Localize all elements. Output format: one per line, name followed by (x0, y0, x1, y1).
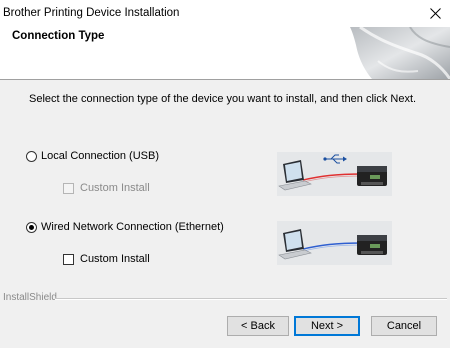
ethernet-connection-illustration (277, 221, 392, 265)
next-button[interactable]: Next > (294, 316, 360, 336)
checkbox-box (63, 253, 74, 265)
cancel-button[interactable]: Cancel (371, 316, 437, 336)
custom-install-label: Custom Install (80, 253, 150, 265)
radio-indicator (26, 221, 37, 233)
local-connection-radio[interactable]: Local Connection (USB) (26, 150, 159, 162)
usb-connection-illustration (277, 152, 392, 196)
installshield-brand: InstallShield (3, 292, 57, 303)
close-button[interactable] (420, 0, 450, 27)
wired-network-connection-radio[interactable]: Wired Network Connection (Ethernet) (26, 221, 224, 233)
wizard-header: Connection Type (0, 27, 450, 80)
window-title: Brother Printing Device Installation (3, 7, 180, 19)
local-connection-label: Local Connection (USB) (41, 150, 160, 162)
footer-divider (55, 298, 447, 300)
header-art-image (350, 27, 450, 79)
custom-install-label: Custom Install (80, 182, 150, 194)
back-button[interactable]: < Back (227, 316, 289, 336)
wired-custom-install-checkbox[interactable]: Custom Install (63, 253, 150, 265)
checkbox-box (63, 182, 74, 194)
wired-network-connection-label: Wired Network Connection (Ethernet) (41, 221, 224, 233)
local-custom-install-checkbox[interactable]: Custom Install (63, 182, 150, 194)
title-bar: Brother Printing Device Installation (0, 0, 450, 27)
close-icon (429, 8, 441, 19)
page-title: Connection Type (12, 30, 105, 42)
instruction-text: Select the connection type of the device… (29, 93, 417, 105)
radio-indicator (26, 150, 37, 162)
